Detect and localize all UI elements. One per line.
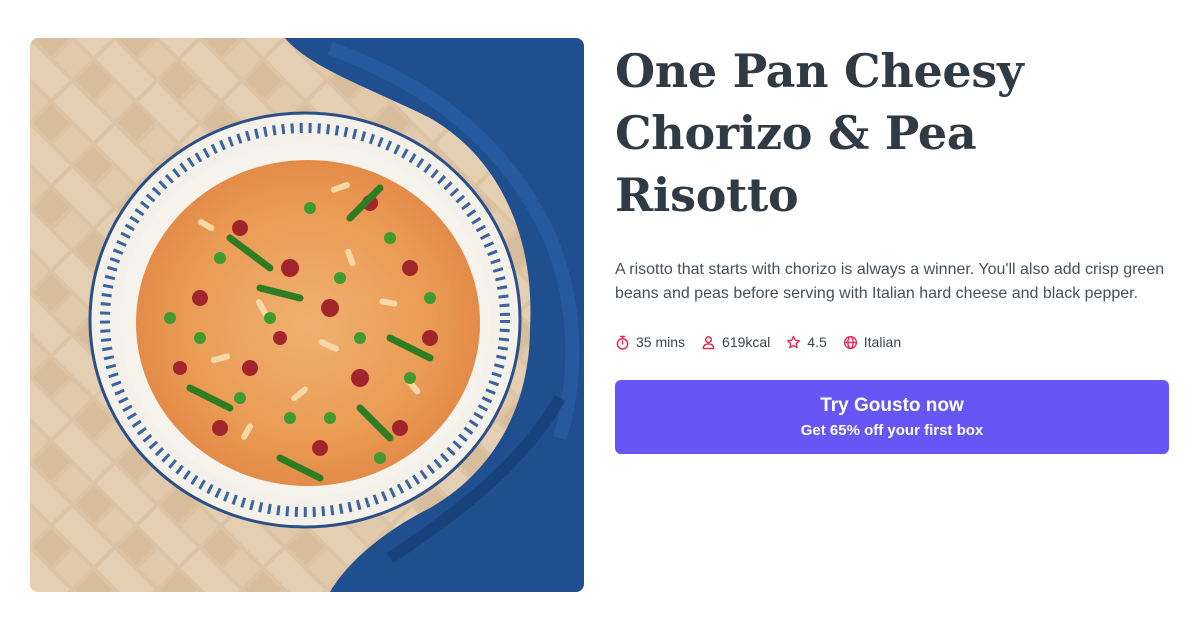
person-icon <box>702 335 715 349</box>
meta-rating: 4.5 <box>786 334 827 350</box>
recipe-meta: 35 mins 619kcal 4.5 Italian <box>615 334 1169 350</box>
cta-sub-label: Get 65% off your first box <box>800 422 984 439</box>
meta-calories: 619kcal <box>701 334 770 350</box>
recipe-info: One Pan Cheesy Chorizo & Pea Risotto A r… <box>615 40 1169 454</box>
meta-time: 35 mins <box>615 334 685 350</box>
cta-main-label: Try Gousto now <box>820 395 964 416</box>
meta-cuisine: Italian <box>843 334 901 350</box>
globe-icon <box>843 335 857 349</box>
recipe-description: A risotto that starts with chorizo is al… <box>615 261 1165 302</box>
recipe-title: One Pan Cheesy Chorizo & Pea Risotto <box>615 40 1169 226</box>
meta-rating-value: 4.5 <box>807 334 827 350</box>
recipe-photo <box>30 38 584 592</box>
try-gousto-button[interactable]: Try Gousto now Get 65% off your first bo… <box>615 380 1169 454</box>
recipe-title-line-1: One Pan Cheesy <box>615 44 1024 98</box>
meta-cuisine-value: Italian <box>863 334 902 350</box>
recipe-title-line-2: Chorizo & Pea Risotto <box>615 106 977 222</box>
stopwatch-icon <box>616 335 629 350</box>
meta-calories-value: 619kcal <box>722 334 771 350</box>
meta-time-value: 35 mins <box>636 334 686 350</box>
star-icon <box>787 335 801 348</box>
